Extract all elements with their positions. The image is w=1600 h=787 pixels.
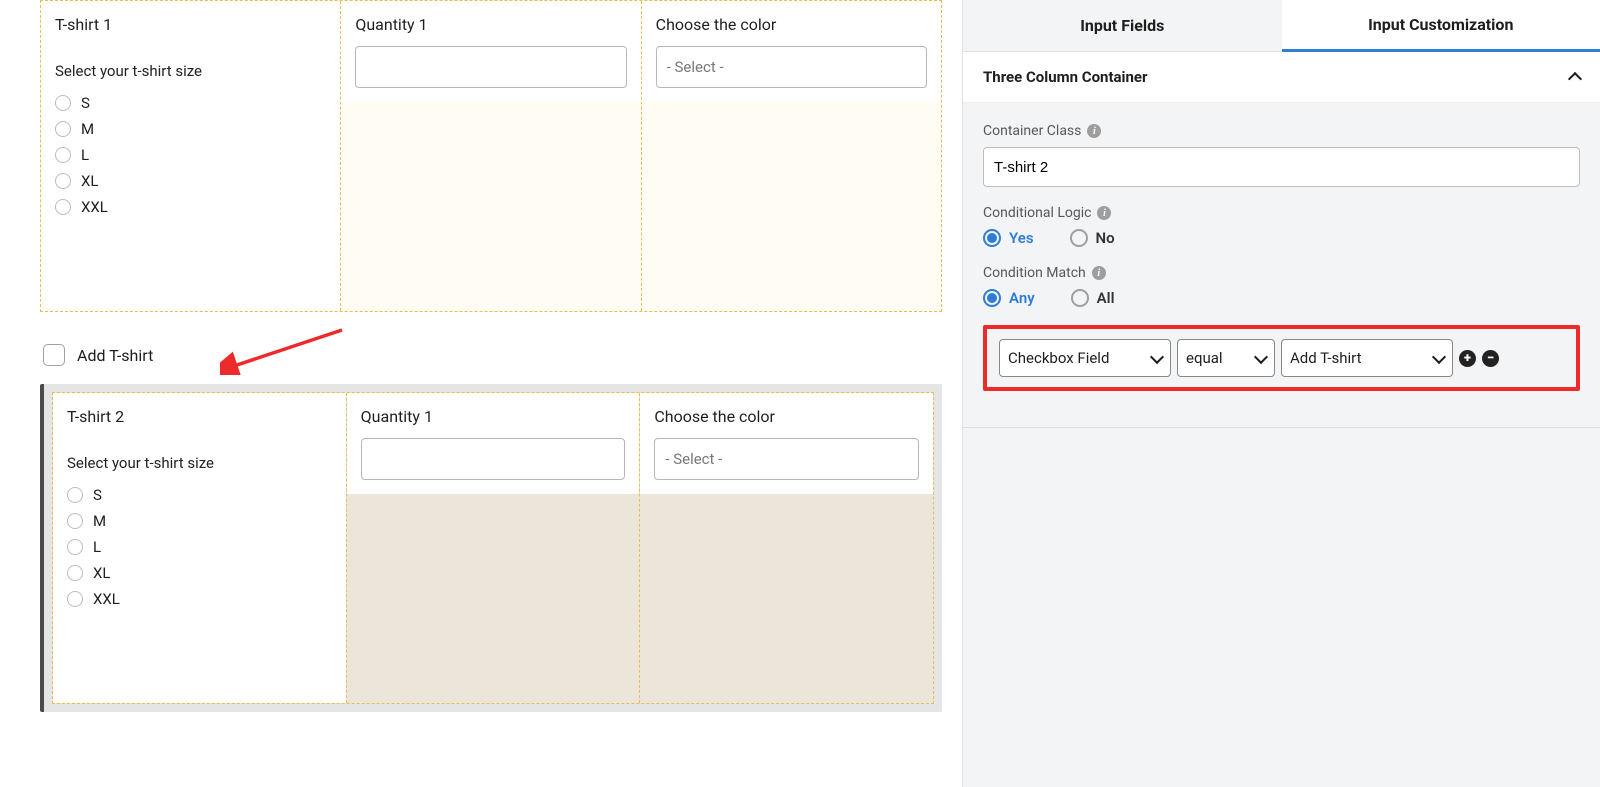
- radio-icon: [1071, 289, 1089, 307]
- qty-label: Quantity 1: [361, 407, 626, 426]
- size-option[interactable]: XXL: [55, 194, 326, 220]
- radio-icon: [55, 147, 71, 163]
- add-tshirt-label: Add T-shirt: [77, 346, 153, 365]
- chevron-down-icon: [1254, 349, 1268, 363]
- rule-field-select[interactable]: Checkbox Field: [999, 339, 1171, 377]
- color-label: Choose the color: [654, 407, 919, 426]
- tshirt2-title: T-shirt 2: [67, 407, 332, 426]
- size-option[interactable]: XL: [67, 560, 332, 586]
- size-option[interactable]: L: [55, 142, 326, 168]
- color-label: Choose the color: [656, 15, 927, 34]
- help-icon[interactable]: i: [1092, 266, 1106, 280]
- radio-icon: [67, 539, 83, 555]
- color-select[interactable]: - Select -: [656, 46, 927, 88]
- chevron-down-icon: [1150, 349, 1164, 363]
- radio-icon: [55, 121, 71, 137]
- rule-operator-select[interactable]: equal: [1177, 339, 1275, 377]
- three-column-container-1[interactable]: T-shirt 1 Select your t-shirt size S M L…: [40, 0, 942, 312]
- three-column-container-2[interactable]: T-shirt 2 Select your t-shirt size S M L…: [52, 392, 934, 704]
- add-rule-button[interactable]: +: [1459, 350, 1476, 367]
- chevron-down-icon: [1432, 349, 1446, 363]
- quantity-input[interactable]: [355, 46, 626, 88]
- tshirt1-title: T-shirt 1: [55, 15, 326, 34]
- container-class-label: Container Class i: [983, 123, 1580, 139]
- section-title: Three Column Container: [983, 68, 1148, 86]
- rule-value-select[interactable]: Add T-shirt: [1281, 339, 1453, 377]
- container-class-input[interactable]: [983, 147, 1580, 187]
- condition-match-any[interactable]: Any: [983, 289, 1035, 307]
- condition-match-all[interactable]: All: [1071, 289, 1115, 307]
- size-options: S M L XL XXL: [55, 90, 326, 220]
- checkbox-icon[interactable]: [43, 344, 65, 366]
- radio-icon: [67, 513, 83, 529]
- help-icon[interactable]: i: [1097, 206, 1111, 220]
- condition-match-label: Condition Match i: [983, 265, 1580, 281]
- radio-icon: [67, 487, 83, 503]
- chevron-up-icon: [1568, 72, 1582, 86]
- radio-icon: [67, 591, 83, 607]
- conditional-logic-label: Conditional Logic i: [983, 205, 1580, 221]
- add-tshirt-checkbox-row[interactable]: Add T-shirt: [40, 312, 942, 384]
- tab-input-customization[interactable]: Input Customization: [1282, 0, 1600, 52]
- size-label: Select your t-shirt size: [67, 454, 332, 472]
- tab-input-fields[interactable]: Input Fields: [963, 0, 1282, 52]
- settings-panel: Input Fields Input Customization Three C…: [962, 0, 1600, 787]
- size-option[interactable]: S: [67, 482, 332, 508]
- qty-label: Quantity 1: [355, 15, 626, 34]
- condition-rule: Checkbox Field equal Add T-shirt + −: [983, 325, 1580, 391]
- help-icon[interactable]: i: [1087, 124, 1101, 138]
- panel-tabs: Input Fields Input Customization: [963, 0, 1600, 52]
- radio-icon: [983, 289, 1001, 307]
- conditional-logic-yes[interactable]: Yes: [983, 229, 1034, 247]
- size-options: S M L XL XXL: [67, 482, 332, 612]
- radio-icon: [67, 565, 83, 581]
- form-canvas: T-shirt 1 Select your t-shirt size S M L…: [0, 0, 962, 787]
- size-option[interactable]: M: [55, 116, 326, 142]
- size-option[interactable]: XXL: [67, 586, 332, 612]
- annotation-arrow-icon: [220, 320, 350, 375]
- section-header[interactable]: Three Column Container: [963, 52, 1600, 103]
- size-option[interactable]: S: [55, 90, 326, 116]
- quantity-input[interactable]: [361, 438, 626, 480]
- conditional-logic-no[interactable]: No: [1070, 229, 1115, 247]
- radio-icon: [55, 173, 71, 189]
- color-select[interactable]: - Select -: [654, 438, 919, 480]
- radio-icon: [983, 229, 1001, 247]
- remove-rule-button[interactable]: −: [1482, 350, 1499, 367]
- size-option[interactable]: L: [67, 534, 332, 560]
- size-label: Select your t-shirt size: [55, 62, 326, 80]
- radio-icon: [1070, 229, 1088, 247]
- size-option[interactable]: XL: [55, 168, 326, 194]
- size-option[interactable]: M: [67, 508, 332, 534]
- selected-container-wrap: T-shirt 2 Select your t-shirt size S M L…: [40, 384, 942, 712]
- radio-icon: [55, 95, 71, 111]
- radio-icon: [55, 199, 71, 215]
